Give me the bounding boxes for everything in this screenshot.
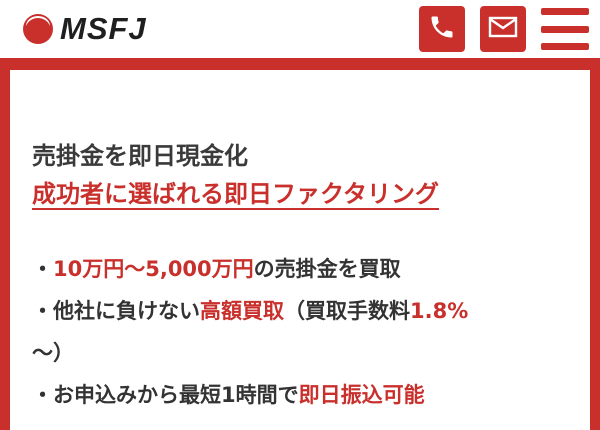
bullet: ・	[32, 299, 53, 323]
feature-text: （買取手数料	[284, 299, 410, 323]
feature-text: 〜）	[32, 341, 74, 365]
hamburger-menu-button[interactable]	[541, 8, 589, 50]
menu-bar	[541, 25, 589, 33]
feature-highlight: 即日振込可能	[298, 383, 425, 407]
bullet: ・	[32, 383, 53, 407]
hero-frame: 売掛金を即日現金化 成功者に選ばれる即日ファクタリング ・10万円〜5,000万…	[0, 58, 600, 430]
hero-card: 売掛金を即日現金化 成功者に選ばれる即日ファクタリング ・10万円〜5,000万…	[10, 70, 590, 430]
logo[interactable]: MSFJ	[22, 12, 147, 46]
site-header: MSFJ	[0, 0, 600, 58]
feature-text: お申込みから最短1時間で	[53, 383, 299, 407]
phone-icon	[428, 13, 456, 45]
mail-icon	[488, 15, 518, 43]
feature-item: ・お申込みから最短1時間で即日振込可能	[32, 374, 572, 416]
feature-text: 他社に負けない	[53, 299, 200, 323]
menu-bar	[541, 8, 589, 15]
feature-highlight: 1.8%	[410, 299, 469, 323]
lead-text: 売掛金を即日現金化	[32, 142, 248, 170]
mail-button[interactable]	[480, 6, 526, 52]
feature-highlight: 高額買取	[200, 299, 284, 323]
logo-mark-icon	[22, 13, 54, 45]
logo-text: MSFJ	[60, 11, 147, 46]
feature-item: ・10万円〜5,000万円の売掛金を買取	[32, 248, 572, 290]
menu-bar	[541, 43, 589, 50]
feature-text: の売掛金を買取	[253, 257, 401, 281]
feature-item: ・他社に負けない高額買取（買取手数料1.8% 〜）	[32, 290, 572, 374]
bullet: ・	[32, 257, 53, 281]
feature-highlight: 10万円〜5,000万円	[53, 257, 254, 281]
feature-list: ・10万円〜5,000万円の売掛金を買取 ・他社に負けない高額買取（買取手数料1…	[32, 248, 572, 416]
headline: 成功者に選ばれる即日ファクタリング	[32, 180, 440, 208]
phone-button[interactable]	[419, 6, 465, 52]
